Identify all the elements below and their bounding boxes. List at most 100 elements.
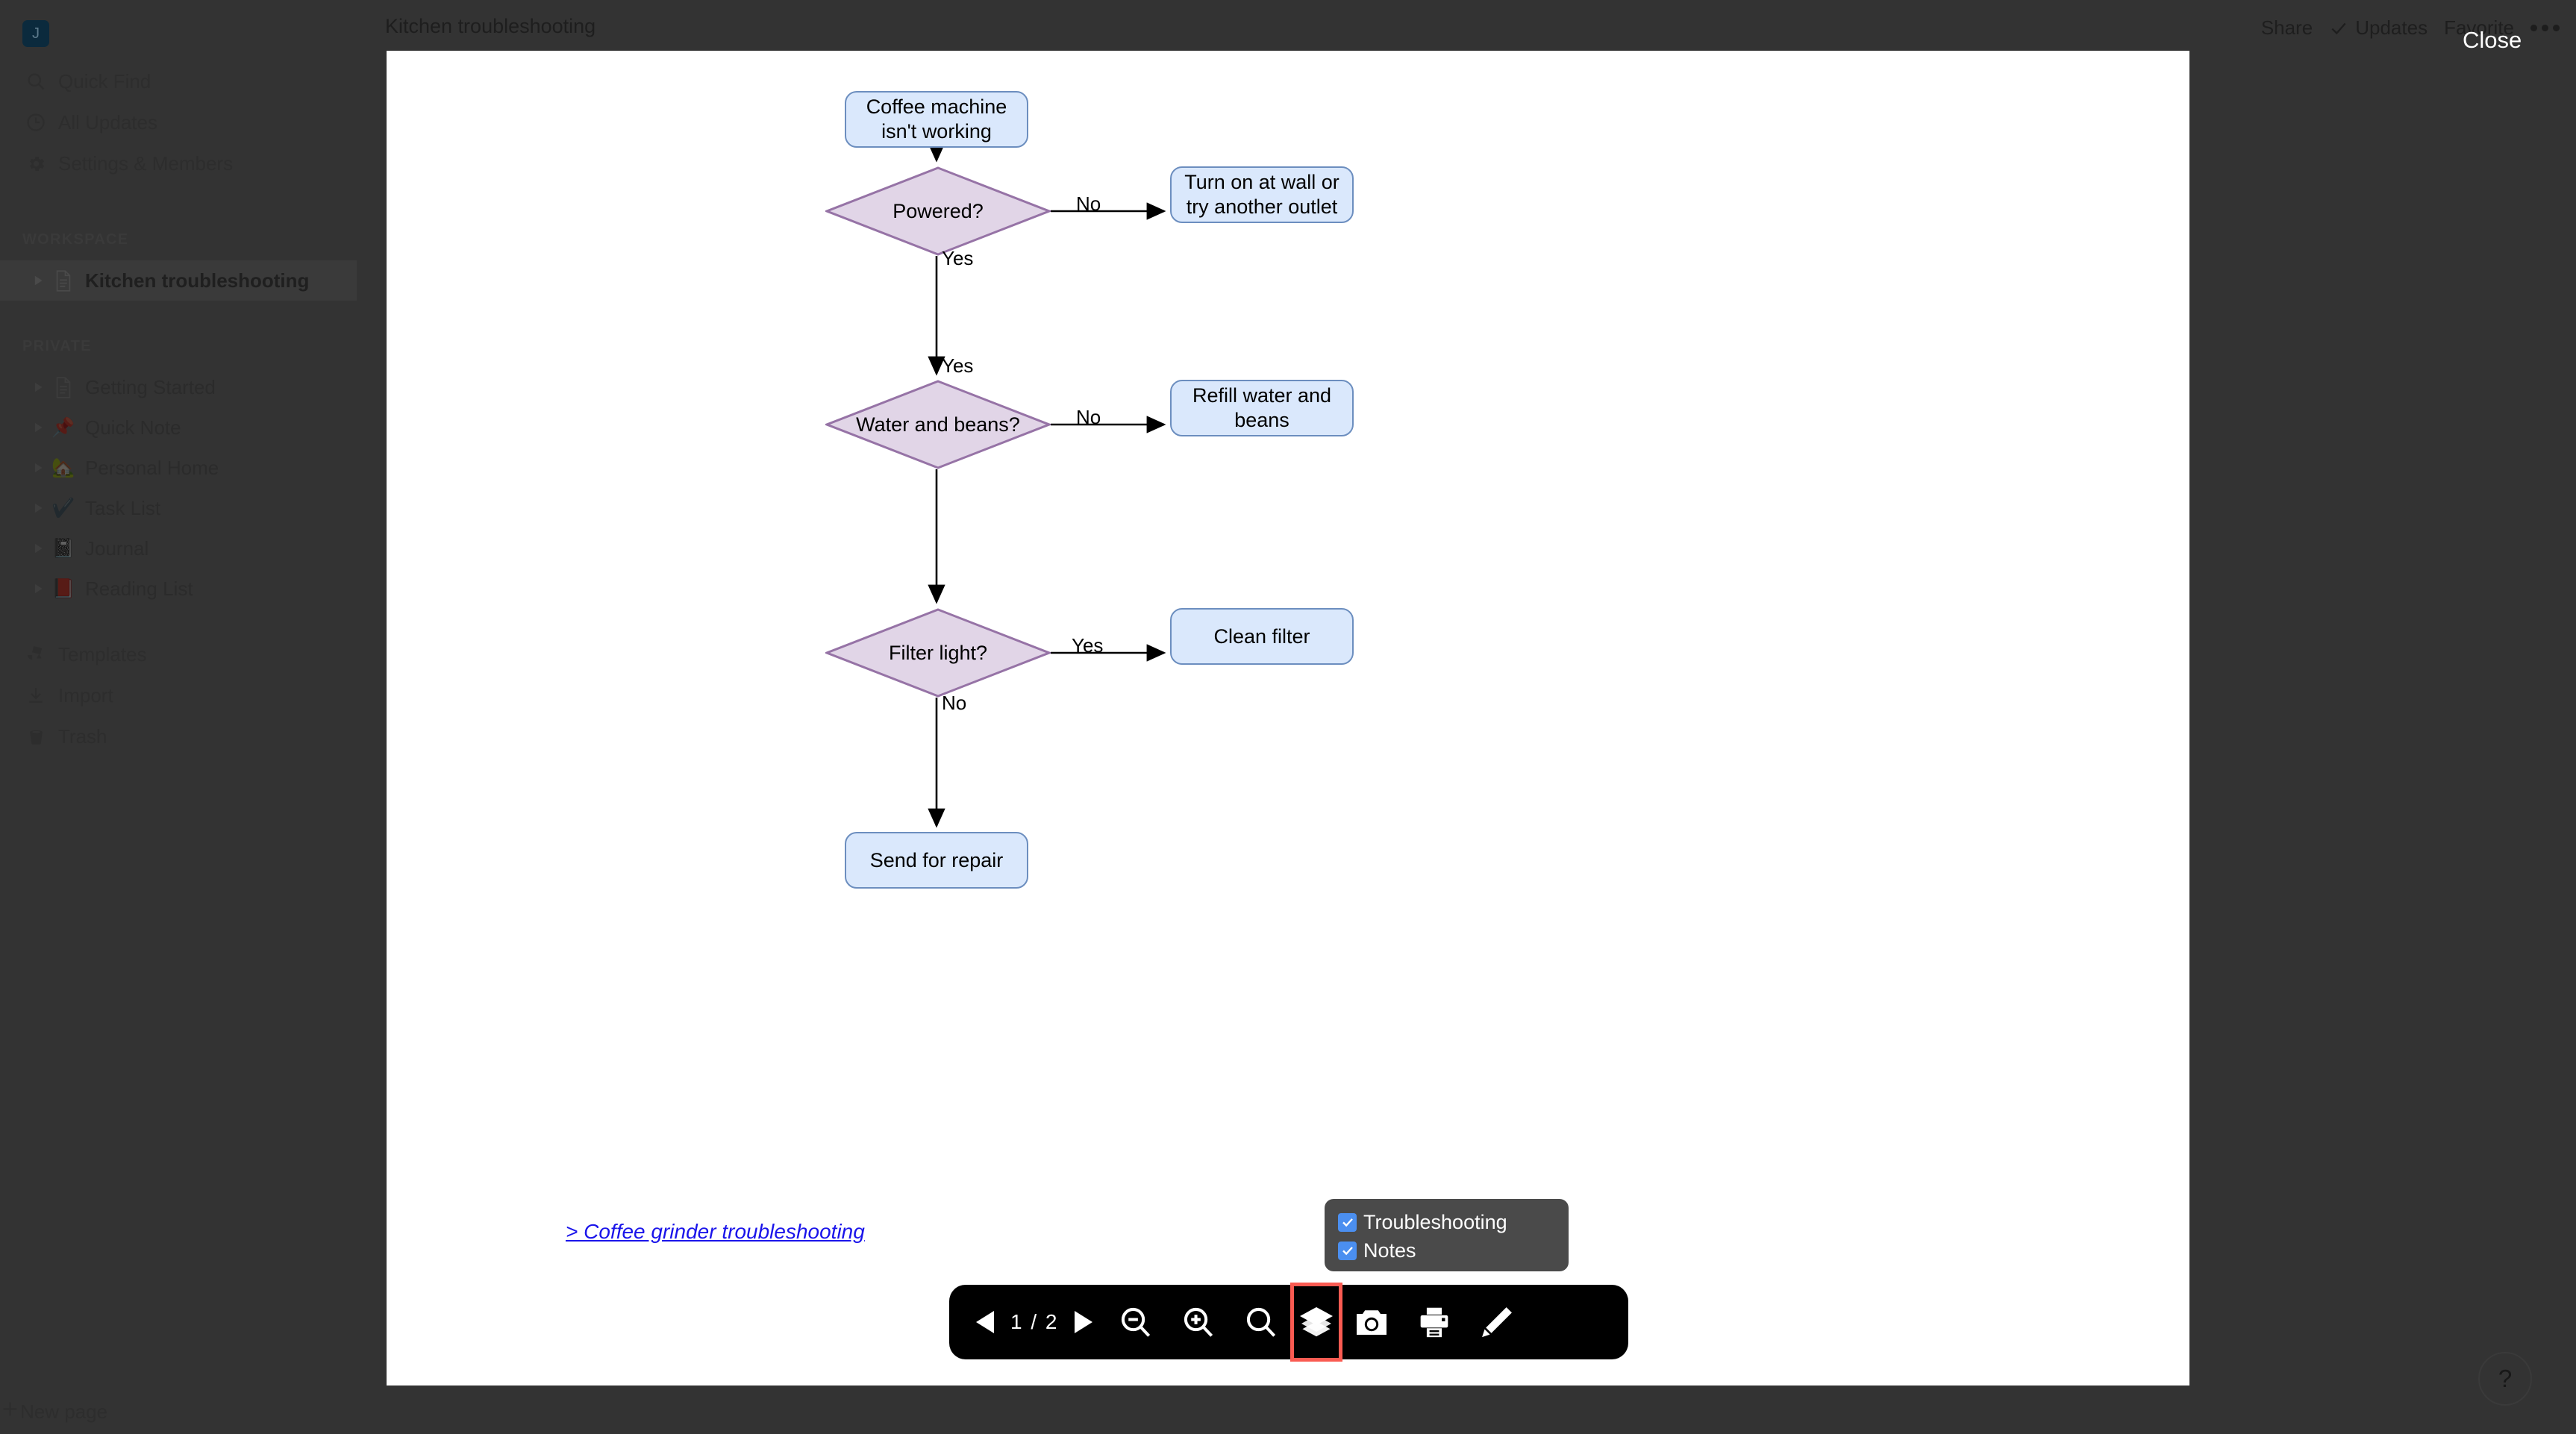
node-label: Refill water and beans xyxy=(1192,384,1332,431)
print-button[interactable] xyxy=(1403,1285,1466,1359)
sidebar-item-label: Reading List xyxy=(85,577,193,600)
screenshot-button[interactable] xyxy=(1340,1285,1403,1359)
sidebar-item-settings-members[interactable]: Settings & Members xyxy=(0,143,357,184)
page-indicator: 1 / 2 xyxy=(1006,1285,1063,1359)
updates-button[interactable]: Updates xyxy=(2329,16,2427,40)
sidebar-item-personal-home[interactable]: 🏡 Personal Home xyxy=(0,448,357,488)
ellipsis-icon[interactable] xyxy=(2530,25,2560,31)
page-indicator-label: 1 / 2 xyxy=(1010,1310,1059,1333)
sidebar-item-label: Task List xyxy=(85,496,161,519)
sidebar-item-trash[interactable]: Trash xyxy=(0,716,357,757)
edge-label-powered-yes: Yes xyxy=(942,247,974,269)
flowchart-node-filter-light[interactable]: Filter light? xyxy=(825,608,1051,698)
flowchart-node-send-for-repair[interactable]: Send for repair xyxy=(845,832,1028,889)
sidebar-item-label: Quick Find xyxy=(58,69,151,93)
clock-icon xyxy=(24,112,48,133)
sidebar-item-quick-note[interactable]: 📌 Quick Note xyxy=(0,407,357,448)
sidebar-item-label: All Updates xyxy=(58,110,157,134)
workspace-logo[interactable]: J xyxy=(22,20,49,47)
new-page-label: New page xyxy=(20,1400,108,1423)
expand-triangle-icon[interactable] xyxy=(30,382,46,392)
new-page-button[interactable]: New page xyxy=(0,1389,357,1434)
sidebar-item-label: Settings & Members xyxy=(58,151,234,175)
sidebar-section-private: PRIVATE xyxy=(22,338,92,354)
zoom-reset-button[interactable] xyxy=(1230,1285,1292,1359)
flowchart-node-water-and-beans[interactable]: Water and beans? xyxy=(825,380,1051,469)
sidebar-item-label: Kitchen troubleshooting xyxy=(85,269,310,292)
sidebar-item-label: Import xyxy=(58,683,113,707)
expand-triangle-icon[interactable] xyxy=(30,275,46,286)
checkmark-emoji-icon: ✔️ xyxy=(51,497,75,519)
sidebar-item-getting-started[interactable]: Getting Started xyxy=(0,367,357,407)
pushpin-emoji-icon: 📌 xyxy=(51,416,75,438)
zoom-in-icon xyxy=(1184,1307,1213,1337)
expand-triangle-icon[interactable] xyxy=(30,503,46,513)
next-page-button[interactable] xyxy=(1063,1285,1104,1359)
flowchart-node-clean-filter[interactable]: Clean filter xyxy=(1170,608,1354,665)
layers-icon xyxy=(1300,1307,1334,1337)
flowchart-node-start[interactable]: Coffee machine isn't working xyxy=(845,91,1028,148)
node-label: Filter light? xyxy=(888,641,988,664)
flowchart-edges xyxy=(928,143,1166,828)
coffee-grinder-troubleshooting-link[interactable]: > Coffee grinder troubleshooting xyxy=(566,1220,865,1244)
node-label: Clean filter xyxy=(1213,624,1310,648)
notebook-emoji-icon: 📓 xyxy=(51,537,75,559)
help-button[interactable]: ? xyxy=(2478,1352,2532,1406)
pencil-icon xyxy=(1482,1307,1513,1338)
sidebar-item-label: Trash xyxy=(58,724,107,748)
search-icon xyxy=(24,71,48,92)
sidebar-item-import[interactable]: Import xyxy=(0,675,357,716)
edge-label-filter-no: No xyxy=(942,692,967,714)
sidebar-item-label: Journal xyxy=(85,536,149,560)
sidebar-item-label: Personal Home xyxy=(85,456,219,479)
house-emoji-icon: 🏡 xyxy=(51,457,75,478)
flowchart-node-turn-on-at-wall[interactable]: Turn on at wall or try another outlet xyxy=(1170,166,1354,223)
expand-triangle-icon[interactable] xyxy=(30,422,46,433)
page-title: Kitchen troubleshooting xyxy=(385,15,596,37)
checkbox-checked-icon[interactable] xyxy=(1338,1212,1357,1232)
expand-triangle-icon[interactable] xyxy=(30,583,46,594)
sidebar-item-all-updates[interactable]: All Updates xyxy=(0,102,357,143)
edge-label-water-no: No xyxy=(1076,406,1101,428)
previous-page-button[interactable] xyxy=(964,1285,1006,1359)
edit-button[interactable] xyxy=(1466,1285,1528,1359)
edge-label-water-yes: Yes xyxy=(942,354,974,377)
magnifier-icon xyxy=(1247,1307,1276,1337)
layer-item-notes[interactable]: Notes xyxy=(1338,1236,1555,1265)
plus-icon xyxy=(0,1399,20,1424)
sidebar-item-label: Getting Started xyxy=(85,375,216,398)
sidebar-item-task-list[interactable]: ✔️ Task List xyxy=(0,488,357,528)
zoom-in-button[interactable] xyxy=(1167,1285,1230,1359)
zoom-out-button[interactable] xyxy=(1104,1285,1167,1359)
sidebar-item-reading-list[interactable]: 📕 Reading List xyxy=(0,569,357,609)
layers-popup[interactable]: Troubleshooting Notes xyxy=(1325,1199,1569,1271)
viewer-toolbar: 1 / 2 xyxy=(949,1283,1628,1362)
flowchart-node-powered[interactable]: Powered? xyxy=(825,166,1051,256)
sidebar-item-journal[interactable]: 📓 Journal xyxy=(0,528,357,569)
triangle-right-icon xyxy=(1075,1311,1093,1333)
share-button[interactable]: Share xyxy=(2261,16,2313,40)
close-button[interactable]: Close xyxy=(2463,27,2522,54)
flowchart-node-refill-water-and-beans[interactable]: Refill water and beans xyxy=(1170,380,1354,436)
expand-triangle-icon[interactable] xyxy=(30,543,46,554)
closed-book-emoji-icon: 📕 xyxy=(51,577,75,599)
updates-label: Updates xyxy=(2355,16,2428,39)
layers-button[interactable] xyxy=(1290,1283,1343,1362)
sidebar-item-templates[interactable]: Templates xyxy=(0,634,357,674)
sidebar-item-quick-find[interactable]: Quick Find xyxy=(0,61,357,101)
checkbox-checked-icon[interactable] xyxy=(1338,1241,1357,1260)
sidebar-item-label: Templates xyxy=(58,642,147,666)
layer-item-troubleshooting[interactable]: Troubleshooting xyxy=(1338,1208,1555,1236)
printer-icon xyxy=(1421,1307,1448,1338)
check-icon xyxy=(2331,22,2346,34)
templates-icon xyxy=(24,645,48,664)
gear-icon xyxy=(24,154,48,174)
expand-triangle-icon[interactable] xyxy=(30,463,46,473)
document-icon xyxy=(51,269,76,292)
sidebar-section-workspace: WORKSPACE xyxy=(22,231,129,248)
diagram-canvas[interactable]: Coffee machine isn't working Powered? Tu… xyxy=(387,51,2189,1386)
edge-label-powered-no: No xyxy=(1076,192,1101,215)
layer-label: Notes xyxy=(1363,1239,1416,1262)
workspace-logo-letter: J xyxy=(32,25,40,42)
sidebar-item-kitchen-troubleshooting[interactable]: Kitchen troubleshooting xyxy=(0,260,357,301)
